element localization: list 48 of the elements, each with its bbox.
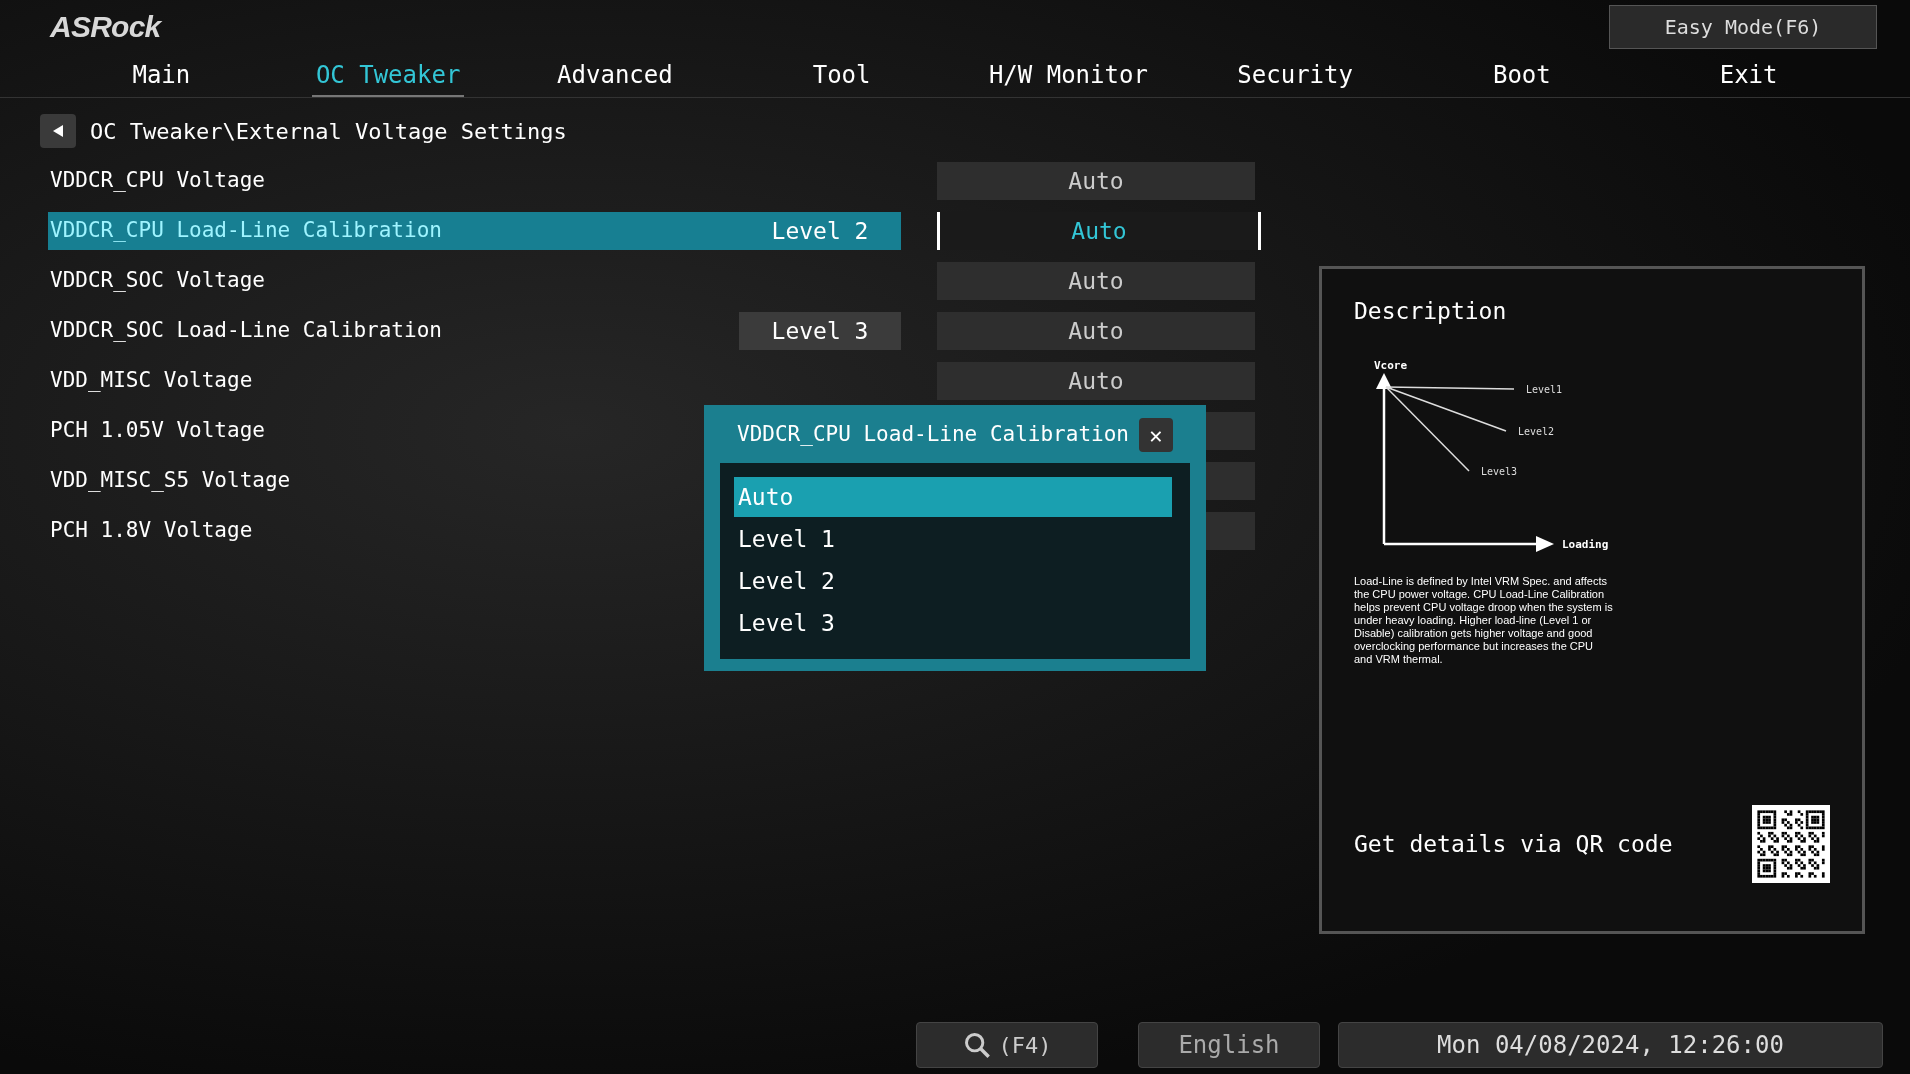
back-icon (53, 124, 63, 138)
value-button[interactable]: Auto (937, 212, 1261, 250)
logo: ASRock (50, 12, 161, 42)
dialog-option[interactable]: Level 1 (734, 519, 1172, 559)
setting-label: VDDCR_SOC Voltage (49, 267, 265, 295)
setting-row[interactable]: VDD_MISC Voltage (48, 362, 901, 400)
menu-tab[interactable]: Tool (808, 57, 875, 97)
dialog-title: VDDCR_CPU Load-Line Calibration (737, 421, 1129, 449)
breadcrumb: OC Tweaker\External Voltage Settings (90, 117, 567, 146)
current-level: Level 2 (770, 216, 870, 246)
line-label: Level1 (1526, 383, 1563, 395)
setting-row[interactable]: VDDCR_SOC Voltage (48, 262, 901, 300)
back-button[interactable] (40, 114, 76, 148)
setting-label: VDDCR_SOC Load-Line Calibration (49, 317, 442, 345)
date-time: Mon 04/08/2024, 12:26:00 (1338, 1022, 1883, 1068)
menu-tab[interactable]: OC Tweaker (311, 57, 465, 97)
menu-tab[interactable]: Security (1233, 57, 1357, 97)
setting-label: VDD_MISC Voltage (49, 367, 253, 395)
menu-tab[interactable]: Main (128, 57, 195, 97)
description-title: Description (1354, 297, 1508, 326)
setting-row[interactable]: VDDCR_SOC Load-Line Calibration Level 3 (48, 312, 901, 350)
value-button[interactable]: Auto (937, 262, 1255, 300)
dialog-option[interactable]: Level 2 (734, 561, 1172, 601)
axis-label: Vcore (1374, 358, 1408, 372)
setting-label: VDDCR_CPU Voltage (49, 167, 265, 195)
menu-tab[interactable]: Exit (1715, 57, 1782, 97)
menu-tab[interactable]: Boot (1488, 57, 1555, 97)
setting-row[interactable]: VDDCR_CPU Voltage (48, 162, 901, 200)
line-label: Level3 (1481, 465, 1518, 477)
dialog-option[interactable]: Level 3 (734, 603, 1172, 643)
language-button[interactable]: English (1138, 1022, 1320, 1068)
current-level: Level 3 (739, 312, 901, 350)
setting-row[interactable]: VDDCR_CPU Load-Line Calibration Level 2 (48, 212, 901, 250)
line-label: Level2 (1518, 425, 1555, 437)
search-icon (962, 1031, 991, 1059)
close-button[interactable]: ✕ (1138, 418, 1173, 452)
description-text: Load-Line is defined by Intel VRM Spec. and affects the CPU power voltage. CPU Load-Line Calibration helps prevent CPU voltage droop when the system is under heavy loading. Higher load-line (Level 1 or Disable) calibration gets higher voltage and good overclocking performance but increases the CPU and VRM thermal. (1354, 574, 1614, 666)
search-button[interactable]: (F4) (916, 1022, 1098, 1068)
menu-tab[interactable]: Advanced (553, 57, 677, 97)
value-button[interactable]: Auto (937, 362, 1255, 400)
qr-label: Get details via QR code (1354, 829, 1673, 859)
menu-tab[interactable]: H/W Monitor (984, 57, 1152, 97)
qr-code-icon (1752, 805, 1830, 883)
value-button[interactable]: Auto (937, 162, 1255, 200)
easy-mode-button[interactable]: Easy Mode(F6) (1609, 5, 1877, 49)
axis-label: Loading (1562, 537, 1609, 551)
value-button[interactable]: Auto (937, 312, 1255, 350)
setting-label: VDDCR_CPU Load-Line Calibration (49, 217, 442, 245)
